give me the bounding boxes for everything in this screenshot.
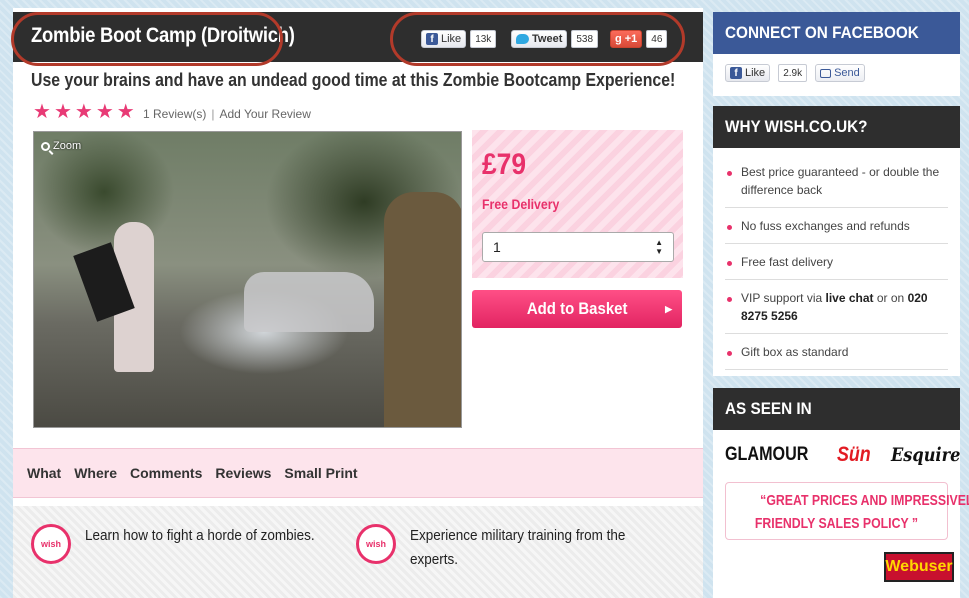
quote-line: “GREAT PRICES AND IMPRESSIVELY: [760, 492, 969, 509]
feature-item: wish Experience military training from t…: [356, 524, 649, 572]
star-icon: ★: [116, 101, 135, 123]
why-item: Best price guaranteed - or double the di…: [725, 154, 948, 208]
tab-reviews[interactable]: Reviews: [215, 465, 271, 481]
wish-badge-icon: wish: [356, 524, 396, 564]
photo-soldier-figure: [384, 192, 461, 427]
product-panel: Zombie Boot Camp (Droitwich) f Like 13k …: [11, 8, 703, 598]
separator: |: [211, 107, 215, 121]
product-price: £79: [482, 148, 527, 181]
why-item: Gift box as standard: [725, 334, 948, 370]
as-seen-in-heading-text: AS SEEN IN: [725, 399, 812, 418]
as-seen-in-box: AS SEEN IN GLAMOUR Sün Esquire “GREAT PR…: [713, 388, 969, 598]
sidebar-like-count: 2.9k: [778, 64, 808, 82]
why-item: No fuss exchanges and refunds: [725, 208, 948, 244]
product-tabs: What Where Comments Reviews Small Print: [13, 448, 703, 498]
send-label: Send: [834, 67, 860, 79]
tab-small-print[interactable]: Small Print: [284, 465, 357, 481]
sidebar-facebook-like-button[interactable]: f Like: [725, 64, 771, 82]
feature-line: experts.: [410, 551, 459, 568]
star-icon: ★: [95, 101, 114, 123]
product-subtitle: Use your brains and have an undead good …: [31, 70, 676, 90]
sun-logo: Sün: [837, 443, 871, 466]
tab-what[interactable]: What: [27, 465, 61, 481]
feature-text: Experience military training from the ex…: [410, 524, 625, 572]
add-review-link[interactable]: Add Your Review: [219, 107, 310, 121]
star-icon: ★: [33, 101, 51, 123]
why-item-vip: VIP support via live chat or on 020 8275…: [725, 280, 948, 334]
delivery-label: Free Delivery: [482, 196, 560, 212]
tab-comments[interactable]: Comments: [130, 465, 202, 481]
arrow-right-icon: ▶: [665, 304, 672, 314]
feature-line: Learn how to fight a horde of zombies.: [85, 527, 315, 544]
wish-badge-icon: wish: [31, 524, 71, 564]
why-wish-heading: WHY WISH.CO.UK?: [713, 106, 960, 148]
add-to-basket-label: Add to Basket: [526, 299, 628, 318]
facebook-send-button[interactable]: Send: [815, 64, 865, 82]
price-box: £79 Free Delivery 1 ▲ ▼: [472, 130, 683, 278]
facebook-connect-heading: CONNECT ON FACEBOOK: [713, 12, 960, 54]
reviews-count-link[interactable]: 1 Review(s): [143, 107, 206, 121]
why-item: Free fast delivery: [725, 244, 948, 280]
review-links: 1 Review(s) | Add Your Review: [143, 107, 311, 121]
quantity-value: 1: [493, 239, 501, 255]
feature-item: wish Learn how to fight a horde of zombi…: [31, 524, 340, 564]
vip-middle: or on: [873, 291, 908, 305]
why-wish-box: WHY WISH.CO.UK? Best price guaranteed - …: [713, 106, 960, 376]
live-chat-link[interactable]: live chat: [826, 291, 874, 305]
social-highlight-oval: [390, 12, 685, 66]
feature-list: wish Learn how to fight a horde of zombi…: [13, 506, 703, 598]
glamour-logo: GLAMOUR: [725, 444, 809, 465]
vip-prefix: VIP support via: [741, 291, 826, 305]
product-photo[interactable]: Zoom: [33, 131, 462, 428]
quote-line: FRIENDLY SALES POLICY ”: [754, 515, 919, 532]
tab-where[interactable]: Where: [74, 465, 117, 481]
zoom-control[interactable]: Zoom: [41, 140, 81, 152]
esquire-logo: Esquire: [890, 444, 961, 466]
facebook-connect-box: CONNECT ON FACEBOOK f Like 2.9k Send: [713, 12, 960, 96]
zoom-label: Zoom: [53, 140, 82, 152]
title-highlight-oval: [11, 12, 283, 66]
as-seen-in-heading: AS SEEN IN: [713, 388, 960, 430]
facebook-icon: f: [730, 67, 742, 79]
stepper-arrows-icon: ▲ ▼: [655, 238, 663, 256]
why-wish-list: Best price guaranteed - or double the di…: [713, 148, 960, 370]
facebook-connect-heading-text: CONNECT ON FACEBOOK: [725, 23, 919, 42]
sidebar-like-label: Like: [745, 67, 766, 79]
why-wish-heading-text: WHY WISH.CO.UK?: [725, 117, 868, 136]
facebook-actions: f Like 2.9k Send: [713, 54, 960, 92]
product-title-bar: Zombie Boot Camp (Droitwich) f Like 13k …: [11, 12, 703, 66]
add-to-basket-button[interactable]: Add to Basket ▶: [472, 290, 682, 328]
feature-text: Learn how to fight a horde of zombies.: [85, 524, 315, 548]
press-logos: GLAMOUR Sün Esquire: [713, 430, 960, 470]
rating-stars: ★ ★ ★ ★ ★: [33, 102, 135, 122]
feature-line: Experience military training from the: [410, 527, 626, 544]
send-icon: [820, 68, 832, 78]
magnifier-icon: [41, 141, 50, 151]
star-icon: ★: [74, 101, 93, 123]
star-icon: ★: [53, 101, 72, 123]
quantity-select[interactable]: 1 ▲ ▼: [482, 232, 674, 262]
webuser-logo: Webuser: [884, 552, 954, 582]
photo-car: [244, 272, 374, 332]
press-quote: “GREAT PRICES AND IMPRESSIVELY FRIENDLY …: [725, 482, 969, 540]
